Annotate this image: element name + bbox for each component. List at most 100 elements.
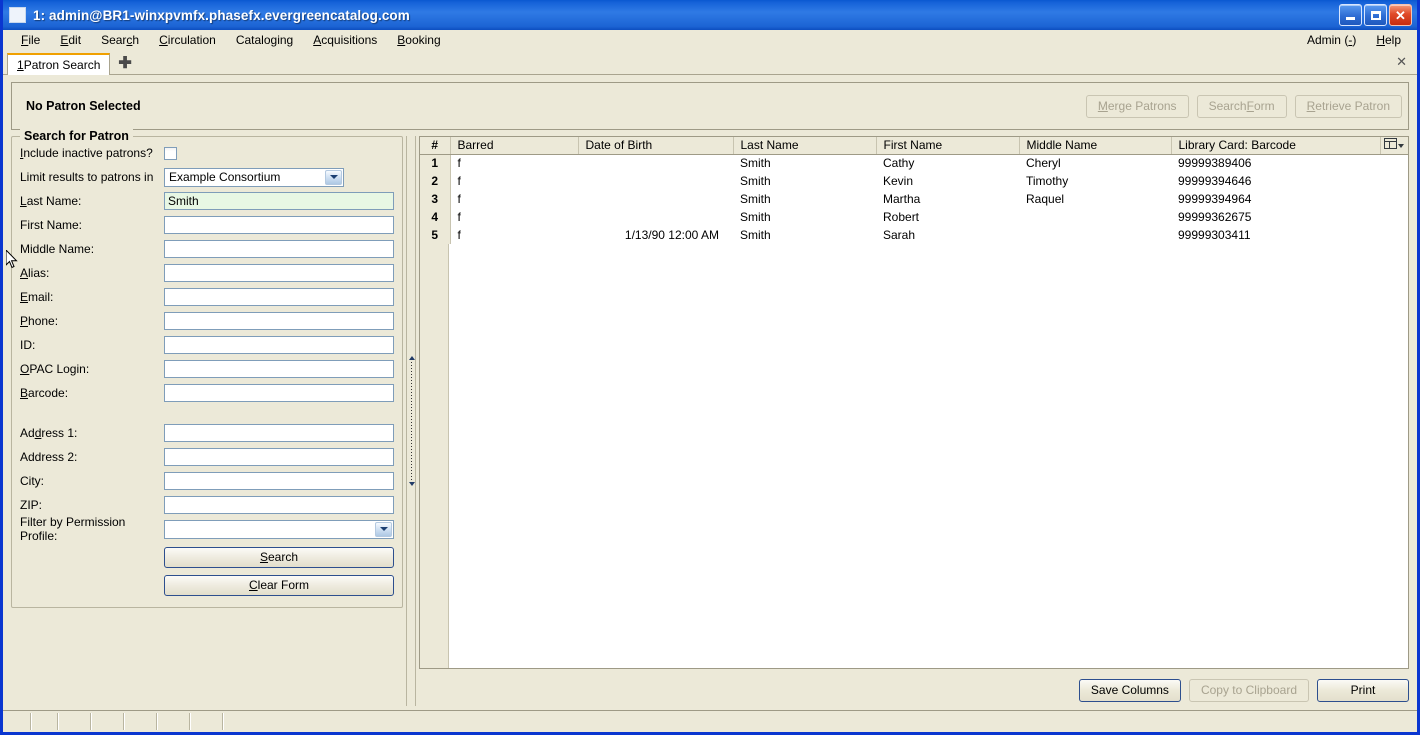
barcode-input[interactable] — [164, 384, 394, 402]
splitter-grip[interactable] — [408, 356, 415, 486]
permission-profile-select[interactable] — [164, 519, 394, 539]
maximize-button[interactable] — [1364, 4, 1387, 26]
table-row[interactable]: 2 f Smith Kevin Timothy 99999394646 — [420, 172, 1408, 190]
city-label: City: — [20, 474, 44, 488]
email-label: Email: — [20, 290, 54, 304]
search-button[interactable]: Search — [164, 546, 394, 568]
permission-profile-label: Filter by Permission Profile: — [20, 515, 126, 543]
column-picker-button[interactable] — [1380, 137, 1408, 155]
menu-acquisitions[interactable]: Acquisitions — [303, 33, 387, 47]
menu-search[interactable]: Search — [91, 33, 149, 47]
include-inactive-checkbox[interactable] — [164, 146, 177, 160]
patron-status-label: No Patron Selected — [26, 99, 141, 113]
row-number: 1 — [420, 154, 451, 172]
status-cell-rest — [224, 713, 1415, 730]
zip-input[interactable] — [164, 496, 394, 514]
cell-last-name: Smith — [733, 208, 876, 226]
menu-bar: File Edit Search Circulation Cataloging … — [3, 30, 1417, 50]
clear-form-button[interactable]: Clear Form — [164, 574, 394, 596]
copy-to-clipboard-button[interactable]: Copy to Clipboard — [1188, 678, 1309, 702]
close-tab-icon[interactable]: ✕ — [1396, 54, 1407, 70]
retrieve-patron-button[interactable]: Retrieve Patron — [1294, 94, 1402, 118]
print-button[interactable]: Print — [1317, 678, 1409, 702]
cell-spacer — [1380, 208, 1408, 226]
column-header-middle-name[interactable]: Middle Name — [1019, 137, 1172, 155]
column-header-library-card-barcode[interactable]: Library Card: Barcode — [1171, 137, 1381, 155]
org-unit-select[interactable]: Example Consortium — [164, 167, 344, 187]
search-button-row: Search — [20, 545, 394, 569]
cell-barred: f — [450, 208, 578, 226]
menu-bar-right: Admin (-) Help — [1297, 33, 1417, 47]
barcode-label: Barcode: — [20, 386, 69, 400]
menu-help[interactable]: Help — [1366, 33, 1411, 47]
column-header-number[interactable]: # — [420, 137, 451, 155]
alias-input[interactable] — [164, 264, 394, 282]
permission-profile-row: Filter by Permission Profile: — [20, 515, 394, 543]
close-button[interactable]: ✕ — [1389, 4, 1412, 26]
phone-input[interactable] — [164, 312, 394, 330]
splitter-dots-icon — [411, 362, 412, 480]
column-header-date-of-birth[interactable]: Date of Birth — [578, 137, 734, 155]
email-input[interactable] — [164, 288, 394, 306]
zip-label: ZIP: — [20, 498, 43, 512]
column-header-last-name[interactable]: Last Name — [733, 137, 877, 155]
menu-cataloging[interactable]: Cataloging — [226, 33, 303, 47]
cell-last-name: Smith — [733, 154, 876, 172]
menu-file[interactable]: File — [11, 33, 50, 47]
title-bar: 1: admin@BR1-winxpvmfx.phasefx.evergreen… — [3, 0, 1417, 30]
menu-admin[interactable]: Admin (-) — [1297, 33, 1366, 47]
chevron-down-icon — [375, 521, 392, 537]
middle-name-input[interactable] — [164, 240, 394, 258]
cell-last-name: Smith — [733, 190, 876, 208]
cell-last-name: Smith — [733, 226, 876, 244]
status-cell-3 — [59, 713, 92, 730]
first-name-input[interactable] — [164, 216, 394, 234]
last-name-input[interactable] — [164, 192, 394, 210]
city-input[interactable] — [164, 472, 394, 490]
cell-middle-name — [1019, 226, 1171, 244]
new-tab-icon[interactable]: ✚ — [118, 56, 131, 72]
table-row[interactable]: 1 f Smith Cathy Cheryl 99999389406 — [420, 154, 1408, 172]
minimize-button[interactable] — [1339, 4, 1362, 26]
pane-splitter[interactable] — [403, 136, 419, 706]
column-header-first-name[interactable]: First Name — [876, 137, 1020, 155]
limit-results-row: Limit results to patrons in Example Cons… — [20, 165, 394, 189]
menu-edit[interactable]: Edit — [50, 33, 91, 47]
menu-circulation[interactable]: Circulation — [149, 33, 226, 47]
limit-results-label: Limit results to patrons in — [20, 170, 154, 184]
cell-last-name: Smith — [733, 172, 876, 190]
address2-input[interactable] — [164, 448, 394, 466]
merge-patrons-button[interactable]: Merge Patrons — [1085, 94, 1189, 118]
table-row[interactable]: 3 f Smith Martha Raquel 99999394964 — [420, 190, 1408, 208]
results-footer: Save Columns Copy to Clipboard Print — [419, 669, 1409, 706]
menu-booking[interactable]: Booking — [387, 33, 450, 47]
close-icon: ✕ — [1395, 7, 1406, 23]
cell-date-of-birth: 1/13/90 12:00 AM — [578, 226, 733, 244]
id-label: ID: — [20, 338, 36, 352]
address2-row: Address 2: — [20, 445, 394, 469]
table-row[interactable]: 5 f 1/13/90 12:00 AM Smith Sarah 9999930… — [420, 226, 1408, 244]
opac-login-input[interactable] — [164, 360, 394, 378]
split-container: Search for Patron Include inactive patro… — [11, 129, 1409, 706]
cell-barcode: 99999362675 — [1171, 208, 1380, 226]
middle-name-label: Middle Name: — [20, 242, 95, 256]
tab-patron-search[interactable]: 1 Patron Search — [7, 53, 111, 75]
include-inactive-row: Include inactive patrons? — [20, 141, 394, 165]
status-cell-6 — [158, 713, 191, 730]
grid-empty-area — [420, 244, 1408, 668]
search-form-button[interactable]: Search Form — [1196, 94, 1287, 118]
address1-input[interactable] — [164, 424, 394, 442]
column-header-barred[interactable]: Barred — [450, 137, 579, 155]
table-row[interactable]: 4 f Smith Robert 99999362675 — [420, 208, 1408, 226]
row-number: 4 — [420, 208, 451, 226]
alias-row: Alias: — [20, 261, 394, 285]
cell-spacer — [1380, 190, 1408, 208]
content-area: No Patron Selected Merge Patrons Search … — [3, 75, 1417, 710]
patron-action-buttons: Merge Patrons Search Form Retrieve Patro… — [1085, 94, 1402, 118]
cell-barred: f — [450, 154, 578, 172]
first-name-label: First Name: — [20, 218, 83, 232]
cell-middle-name: Raquel — [1019, 190, 1171, 208]
id-input[interactable] — [164, 336, 394, 354]
save-columns-button[interactable]: Save Columns — [1078, 678, 1181, 702]
last-name-label: Last Name: — [20, 194, 82, 208]
